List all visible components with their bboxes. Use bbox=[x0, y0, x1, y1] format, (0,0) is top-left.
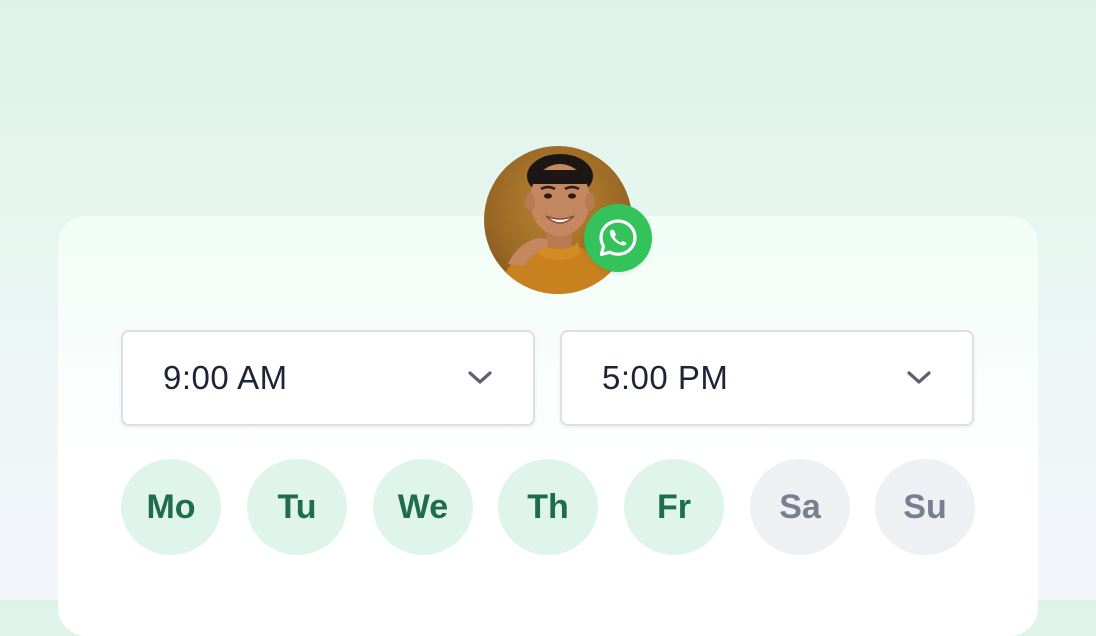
day-toggle-saturday[interactable]: Sa bbox=[750, 459, 850, 555]
chevron-down-icon bbox=[468, 371, 492, 384]
whatsapp-badge bbox=[584, 204, 652, 272]
day-toggle-friday[interactable]: Fr bbox=[624, 459, 724, 555]
chevron-down-icon bbox=[907, 371, 931, 384]
end-time-select[interactable]: 5:00 PM bbox=[560, 330, 974, 426]
day-toggle-wednesday[interactable]: We bbox=[373, 459, 473, 555]
day-toggle-sunday[interactable]: Su bbox=[875, 459, 975, 555]
start-time-select[interactable]: 9:00 AM bbox=[121, 330, 535, 426]
day-toggle-tuesday[interactable]: Tu bbox=[247, 459, 347, 555]
start-time-value: 9:00 AM bbox=[163, 359, 288, 396]
contact-avatar-group bbox=[484, 146, 652, 294]
day-toggle-monday[interactable]: Mo bbox=[121, 459, 221, 555]
day-toggle-thursday[interactable]: Th bbox=[498, 459, 598, 555]
whatsapp-icon bbox=[599, 219, 637, 256]
end-time-value: 5:00 PM bbox=[602, 359, 729, 396]
